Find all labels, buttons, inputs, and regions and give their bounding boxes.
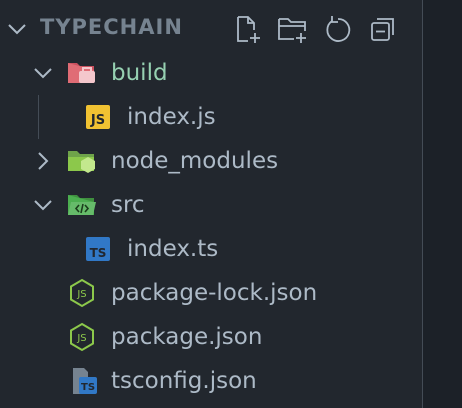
tree-item-index-ts[interactable]: TS index.ts xyxy=(0,227,422,271)
build-folder-icon xyxy=(67,60,95,86)
tree-item-label: node_modules xyxy=(111,148,279,174)
editor-area-edge xyxy=(422,0,462,408)
chevron-right-icon[interactable] xyxy=(32,150,54,172)
svg-text:JS: JS xyxy=(76,289,86,300)
javascript-file-icon: JS xyxy=(86,105,110,129)
refresh-icon[interactable] xyxy=(322,12,354,46)
typescript-file-icon: TS xyxy=(86,237,110,261)
tree-item-label: index.js xyxy=(127,104,216,130)
tree-item-label: package.json xyxy=(111,324,263,350)
explorer-actions xyxy=(232,12,399,46)
node-modules-folder-icon xyxy=(67,148,95,174)
tree-item-tsconfig-json[interactable]: TS tsconfig.json xyxy=(0,359,422,403)
tree-item-node-modules[interactable]: node_modules xyxy=(0,139,422,183)
src-folder-icon xyxy=(67,192,96,218)
file-explorer: TYPECHAIN build JS index.js node_modules… xyxy=(0,0,422,408)
nodejs-file-icon: JS xyxy=(68,322,94,352)
tree-item-label: package-lock.json xyxy=(111,280,318,306)
tree-item-build[interactable]: build xyxy=(0,51,422,95)
tsconfig-file-icon: TS xyxy=(70,366,100,396)
tree-item-src[interactable]: src xyxy=(0,183,422,227)
chevron-down-icon[interactable] xyxy=(32,194,54,216)
collapse-all-icon[interactable] xyxy=(367,12,399,46)
tree-item-label: src xyxy=(111,192,145,218)
workspace-title: TYPECHAIN xyxy=(40,15,183,39)
chevron-down-icon[interactable] xyxy=(6,18,28,44)
js-badge-text: JS xyxy=(90,112,106,128)
new-folder-icon[interactable] xyxy=(277,12,309,46)
explorer-header[interactable]: TYPECHAIN xyxy=(0,8,422,52)
svg-text:JS: JS xyxy=(76,333,86,344)
tree-item-label: tsconfig.json xyxy=(111,368,257,394)
tree-item-label: index.ts xyxy=(127,236,219,262)
tree-item-label: build xyxy=(111,60,168,86)
tree-item-package-lock-json[interactable]: JS package-lock.json xyxy=(0,271,422,315)
new-file-icon[interactable] xyxy=(232,12,264,46)
ts-badge-text: TS xyxy=(81,382,96,393)
chevron-down-icon[interactable] xyxy=(32,62,54,84)
tree-item-index-js[interactable]: JS index.js xyxy=(0,95,422,139)
ts-badge-text: TS xyxy=(89,245,107,260)
nodejs-file-icon: JS xyxy=(68,278,94,308)
tree-item-package-json[interactable]: JS package.json xyxy=(0,315,422,359)
